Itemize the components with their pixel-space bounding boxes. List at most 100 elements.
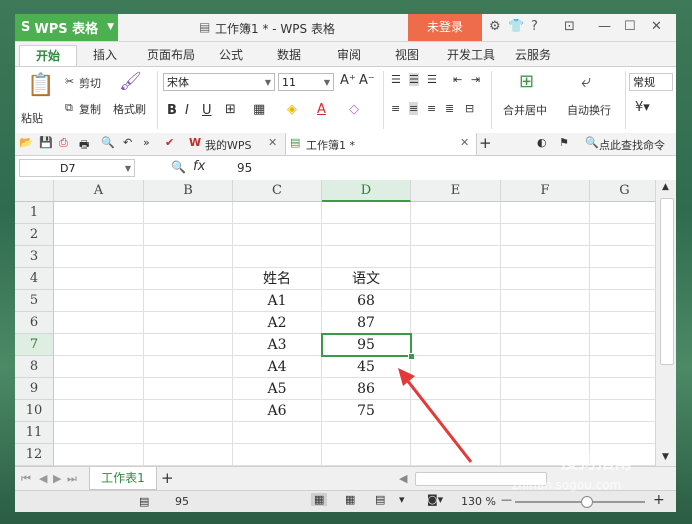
scroll-left-icon[interactable]: ◀ bbox=[399, 472, 407, 485]
underline-icon[interactable]: U bbox=[202, 103, 212, 118]
print-preview-icon[interactable]: 🔍 bbox=[101, 136, 115, 149]
tab-home[interactable]: 开始 bbox=[19, 45, 77, 67]
close-tab-icon[interactable]: ✕ bbox=[460, 136, 469, 149]
export-pdf-icon[interactable]: ⎙ bbox=[59, 136, 68, 150]
merge-center-icon[interactable]: ⊞ bbox=[519, 71, 534, 92]
italic-icon[interactable]: I bbox=[185, 103, 189, 118]
font-color-icon[interactable]: A bbox=[317, 102, 326, 117]
restore-ribbon-icon[interactable]: ⊡ bbox=[564, 19, 575, 34]
zoom-out-icon[interactable]: — bbox=[501, 493, 512, 506]
close-tab-icon[interactable]: ✕ bbox=[268, 136, 277, 149]
tab-cloud-service[interactable]: 云服务 bbox=[511, 45, 555, 66]
prev-sheet-icon[interactable]: ◀ bbox=[39, 472, 47, 485]
page-break-view-icon[interactable]: ▤ bbox=[375, 493, 385, 506]
shirt-icon[interactable]: 👕 bbox=[508, 19, 524, 34]
indent-increase-icon[interactable]: ⇥ bbox=[471, 73, 480, 86]
document-tab-bar: 📂 💾 ⎙ 🖶 🔍 ↶ » ✔ W 我的WPS ✕ ▤ 工作簿1 * ✕ + ◐… bbox=[15, 133, 676, 156]
tab-data[interactable]: 数据 bbox=[273, 45, 305, 66]
new-tab-icon[interactable]: + bbox=[479, 134, 492, 152]
sheet-tab-1[interactable]: 工作表1 bbox=[89, 467, 157, 490]
fill-color-icon[interactable]: ◈ bbox=[287, 102, 297, 117]
wrap-text-icon[interactable]: ⤶ bbox=[581, 71, 591, 92]
increase-font-icon[interactable]: A⁺ bbox=[340, 73, 356, 88]
name-box[interactable]: D7 ▼ bbox=[19, 159, 135, 177]
scroll-up-icon[interactable]: ▲ bbox=[662, 182, 669, 192]
copy-icon[interactable]: ⧉ bbox=[65, 101, 73, 115]
share-icon[interactable]: ⚑ bbox=[559, 136, 569, 149]
login-button[interactable]: 未登录 bbox=[408, 14, 482, 41]
formula-input[interactable]: 95 bbox=[237, 161, 252, 175]
currency-icon[interactable]: ¥▾ bbox=[635, 100, 650, 115]
paste-icon[interactable]: 📋 bbox=[27, 73, 54, 98]
tab-developer[interactable]: 开发工具 bbox=[443, 45, 499, 66]
merge-center-button[interactable]: 合并居中 bbox=[503, 102, 547, 118]
cut-button[interactable]: 剪切 bbox=[79, 75, 101, 91]
decrease-font-icon[interactable]: A⁻ bbox=[359, 73, 375, 88]
indent-decrease-icon[interactable]: ⇤ bbox=[453, 73, 462, 86]
cut-icon[interactable]: ✂ bbox=[65, 75, 74, 88]
watermark-brand: 搜狗指南 bbox=[560, 452, 632, 473]
zoom-in-icon[interactable]: + bbox=[653, 492, 665, 508]
add-sheet-icon[interactable]: + bbox=[161, 469, 174, 487]
zoom-slider[interactable] bbox=[515, 496, 645, 508]
spreadsheet-grid: A B C D E F G 1 2 3 4 5 6 7 8 9 10 11 12… bbox=[15, 180, 655, 466]
justify-icon[interactable]: ≣ bbox=[445, 102, 454, 115]
align-bottom-icon[interactable]: ☰ bbox=[427, 73, 437, 86]
wrap-text-button[interactable]: 自动换行 bbox=[567, 102, 611, 118]
undo-icon[interactable]: ↶ bbox=[123, 136, 132, 149]
bold-icon[interactable]: B bbox=[167, 103, 177, 118]
app-menu-button[interactable]: S WPS 表格 ▼ bbox=[15, 14, 118, 41]
number-format-select[interactable]: 常规 bbox=[629, 73, 673, 91]
zoom-formula-icon[interactable]: 🔍 bbox=[171, 160, 186, 174]
zoom-level[interactable]: 130 % bbox=[461, 495, 496, 508]
normal-view-icon[interactable]: ▦ bbox=[311, 493, 328, 506]
help-icon[interactable]: ? bbox=[531, 19, 538, 34]
last-sheet-icon[interactable]: ⏭ bbox=[67, 472, 77, 486]
scroll-thumb[interactable] bbox=[660, 198, 674, 365]
next-sheet-icon[interactable]: ▶ bbox=[53, 472, 61, 485]
maximize-icon[interactable]: ☐ bbox=[624, 19, 636, 34]
distributed-icon[interactable]: ⊟ bbox=[465, 102, 474, 115]
open-icon[interactable]: 📂 bbox=[19, 136, 33, 149]
align-center-icon[interactable]: ≡ bbox=[409, 102, 419, 115]
align-left-icon[interactable]: ≡ bbox=[391, 102, 400, 115]
tab-page-layout[interactable]: 页面布局 bbox=[139, 45, 203, 66]
print-icon[interactable]: 🖶 bbox=[79, 136, 89, 155]
more-icon[interactable]: » bbox=[143, 136, 150, 149]
vertical-scrollbar[interactable]: ▲ ▼ bbox=[655, 180, 676, 466]
tab-view[interactable]: 视图 bbox=[391, 45, 423, 66]
first-sheet-icon[interactable]: ⏮ bbox=[21, 472, 31, 486]
workbook-tab[interactable]: ▤ 工作簿1 * ✕ bbox=[285, 133, 477, 155]
page-layout-view-icon[interactable]: ▦ bbox=[345, 493, 355, 506]
font-name-select[interactable]: 宋体 ▼ bbox=[163, 73, 275, 91]
zoom-slider-thumb[interactable] bbox=[581, 496, 593, 508]
clear-format-icon[interactable]: ◇ bbox=[349, 102, 359, 117]
skin-icon[interactable]: ⚙ bbox=[489, 19, 501, 34]
pin-icon[interactable]: ✔ bbox=[165, 136, 174, 149]
cloud-doc-icon[interactable]: ◐ bbox=[537, 136, 547, 149]
format-painter-button[interactable]: 格式刷 bbox=[113, 101, 146, 117]
scroll-down-icon[interactable]: ▼ bbox=[662, 452, 669, 462]
tab-insert[interactable]: 插入 bbox=[85, 45, 125, 66]
font-size-select[interactable]: 11 ▼ bbox=[278, 73, 334, 91]
fill-pattern-icon[interactable]: ▦ bbox=[253, 102, 265, 117]
paste-button[interactable]: 粘贴 bbox=[21, 110, 43, 126]
my-wps-tab[interactable]: 我的WPS bbox=[205, 137, 252, 153]
tab-review[interactable]: 审阅 bbox=[333, 45, 365, 66]
fx-icon[interactable]: fx bbox=[193, 159, 205, 174]
align-middle-icon[interactable]: ☰ bbox=[409, 73, 419, 86]
close-icon[interactable]: ✕ bbox=[651, 19, 662, 34]
save-icon[interactable]: 💾 bbox=[39, 136, 53, 149]
borders-icon[interactable]: ⊞ bbox=[225, 102, 236, 117]
format-painter-icon[interactable]: 🖌 bbox=[119, 71, 142, 92]
wps-logo-icon: S bbox=[21, 20, 31, 35]
minimize-icon[interactable]: — bbox=[598, 19, 611, 34]
align-top-icon[interactable]: ☰ bbox=[391, 73, 401, 86]
command-search[interactable]: 点此查找命令 bbox=[599, 137, 665, 153]
number-format-value: 常规 bbox=[633, 76, 655, 89]
reading-mode-icon[interactable]: ▾ bbox=[399, 493, 405, 506]
eye-protection-icon[interactable]: ◙▾ bbox=[427, 493, 443, 506]
tab-formulas[interactable]: 公式 bbox=[215, 45, 247, 66]
copy-button[interactable]: 复制 bbox=[79, 101, 101, 117]
align-right-icon[interactable]: ≡ bbox=[427, 102, 436, 115]
